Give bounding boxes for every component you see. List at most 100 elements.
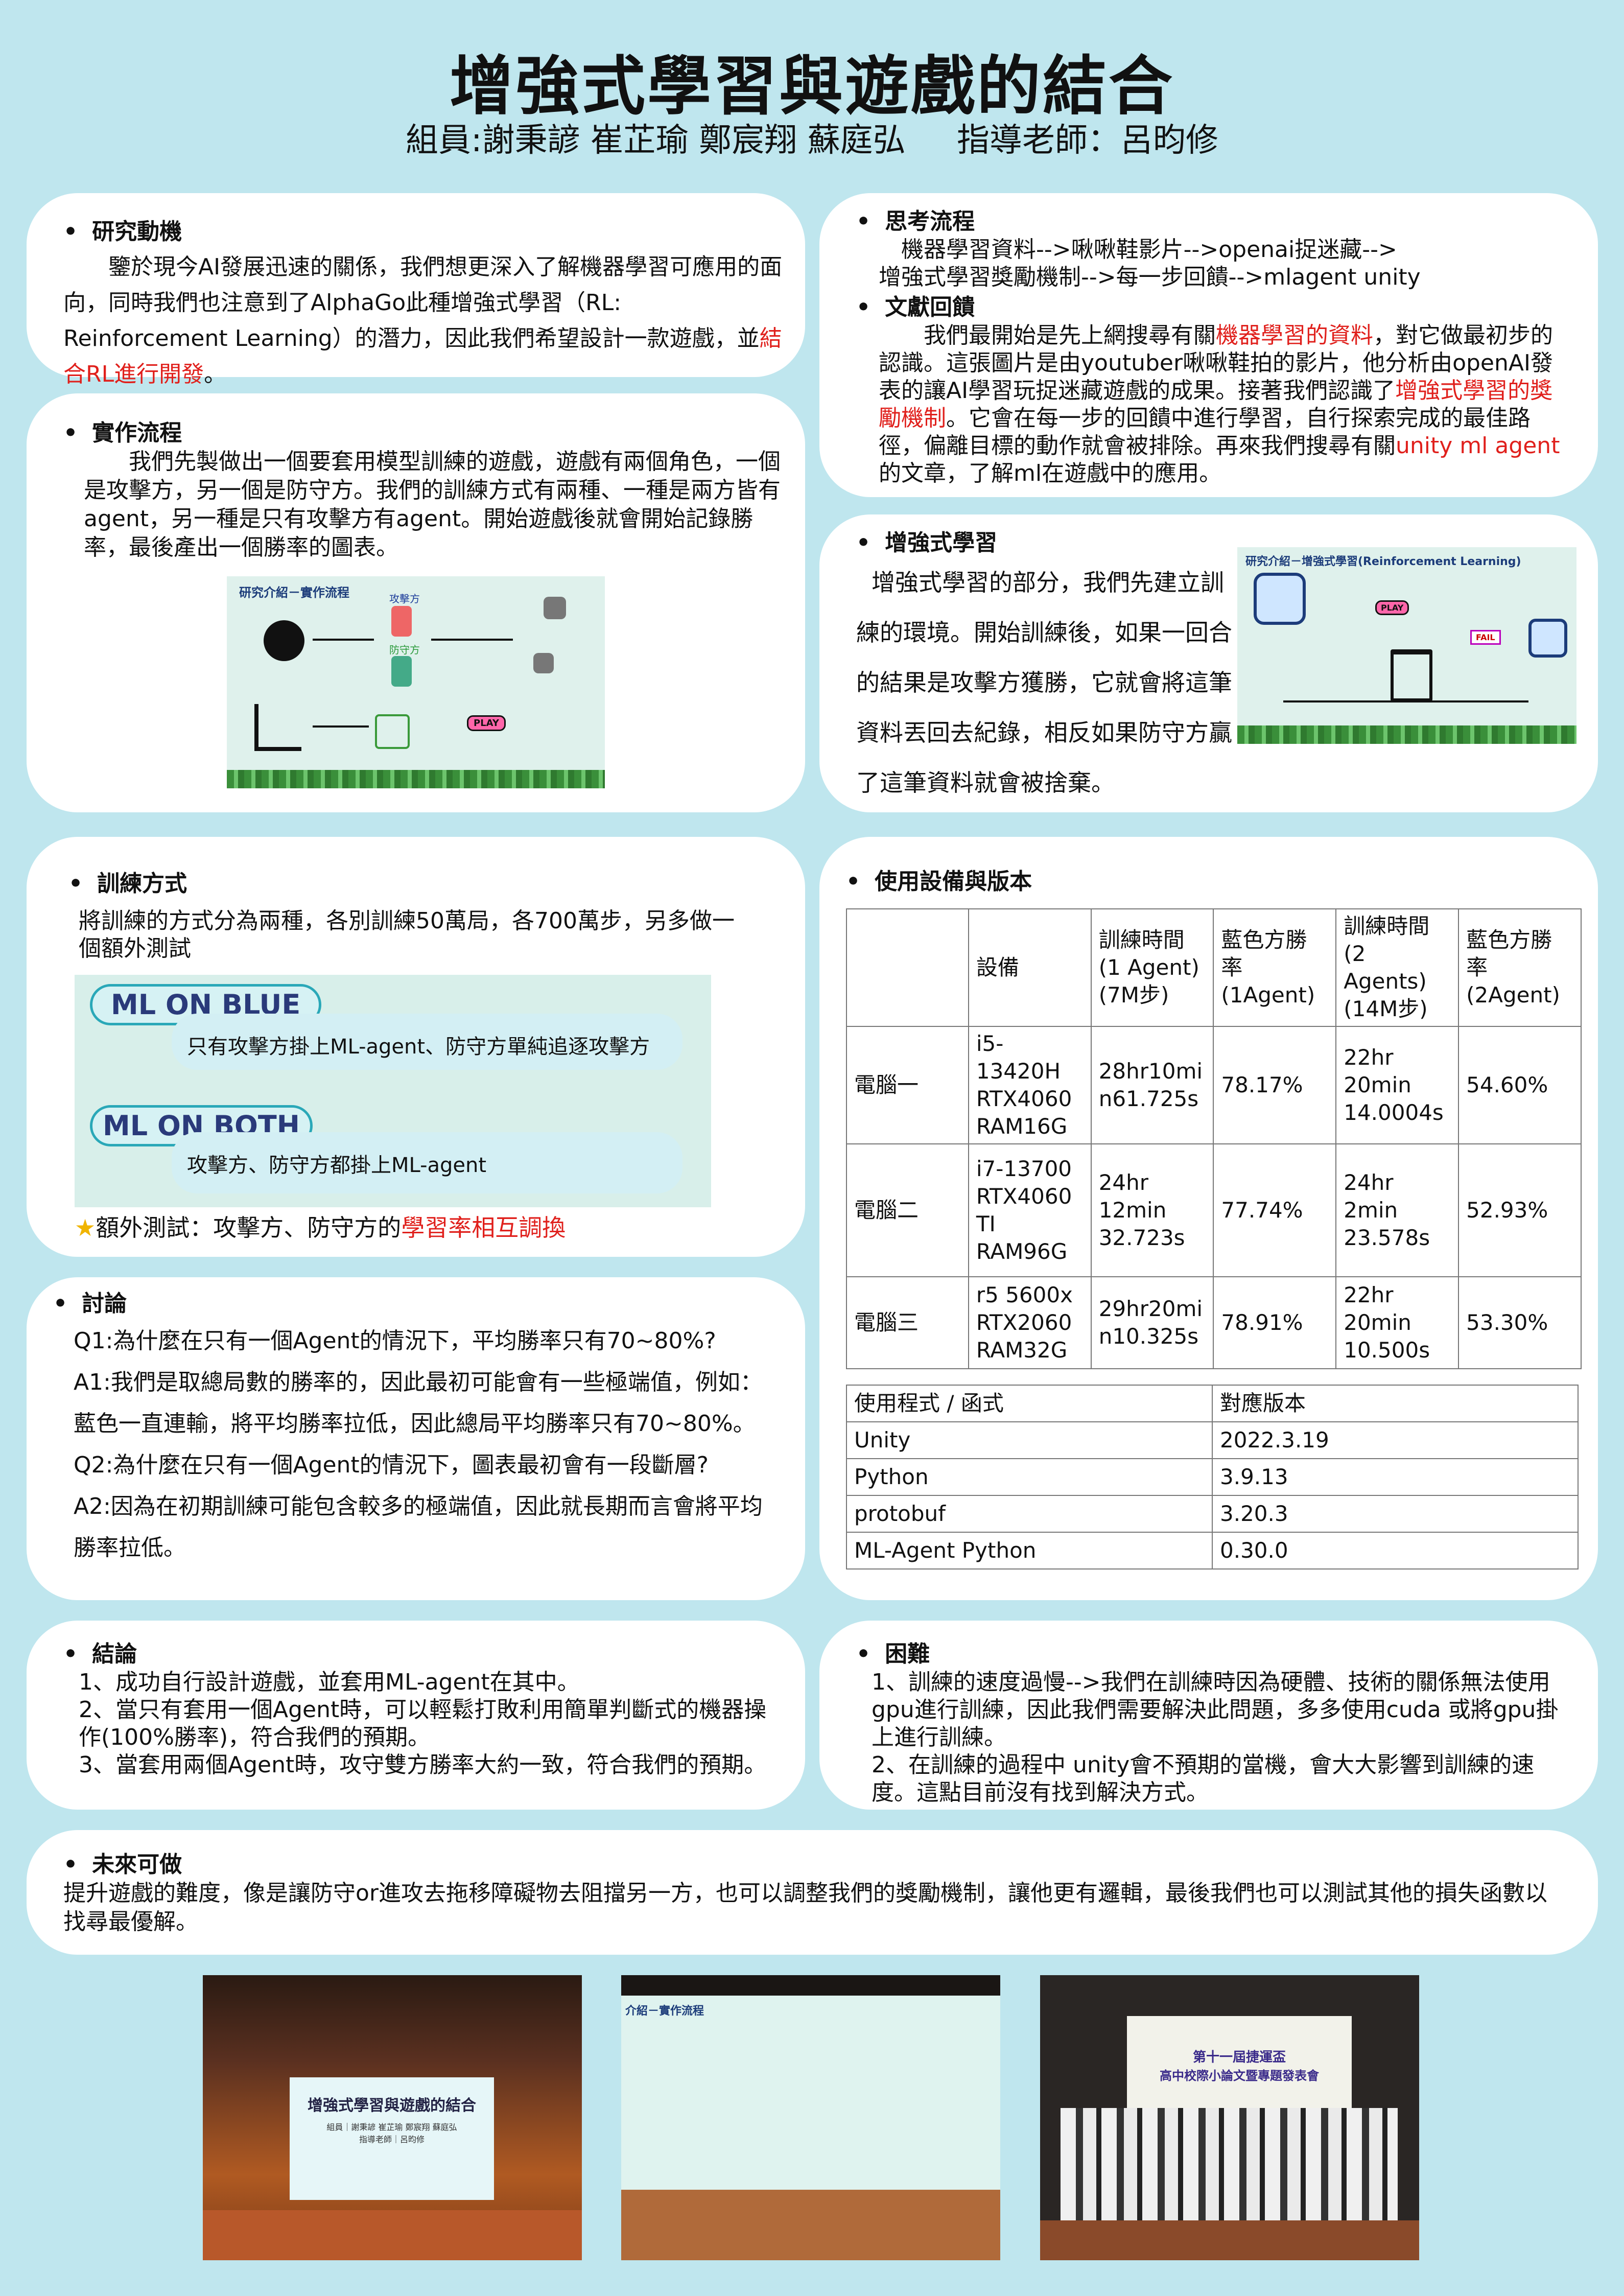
defender-label: 防守方 xyxy=(389,644,420,656)
discussion-body: Q1:為什麼在只有一個Agent的情況下，平均勝率只有70~80%? A1:我們… xyxy=(53,1320,764,1568)
screen-line-2: 高中校際小論文暨專題發表會 xyxy=(1160,2069,1319,2083)
table-cell: 22hr 20min 10.500s xyxy=(1335,1276,1460,1369)
ml-on-both-desc: 攻擊方、防守方都掛上ML-agent xyxy=(172,1132,682,1193)
conclusion-card: 結論 1、成功自行設計遊戲，並套用ML-agent在其中。 2、當只有套用一個A… xyxy=(27,1621,805,1810)
trash-icon xyxy=(1391,649,1432,701)
table-row: ML-Agent Python 0.30.0 xyxy=(846,1532,1579,1569)
chart-growth-icon xyxy=(254,704,301,751)
play-badge: PLAY xyxy=(1375,600,1409,615)
thinking-card: 思考流程 機器學習資料-->啾啾鞋影片-->openai捉迷藏--> 增強式學習… xyxy=(819,193,1598,497)
table-cell: 29hr20min10.325s xyxy=(1090,1276,1214,1369)
list-item: 3、當套用兩個Agent時，攻守雙方勝率大約一致，符合我們的預期。 xyxy=(79,1752,767,1778)
thinking-heading: 思考流程 xyxy=(856,207,1567,236)
future-card: 未來可做 提升遊戲的難度，像是讓防守or進攻去拖移障礙物去阻擋另一方，也可以調整… xyxy=(27,1830,1598,1955)
implementation-figure: 研究介紹－實作流程 攻擊方 防守方 PLAY xyxy=(227,576,605,788)
table-cell: 電腦二 xyxy=(846,1143,969,1277)
table-header-cell: 訓練時間 (2 Agents) (14M步) xyxy=(1335,908,1460,1027)
projection-screen: 第十一屆捷運盃 高中校際小論文暨專題發表會 xyxy=(1127,2016,1352,2113)
table-header-cell: 設備 xyxy=(968,908,1092,1027)
unity-logo-icon xyxy=(264,620,304,661)
table-header-row: 使用程式 / 函式 對應版本 xyxy=(846,1385,1579,1422)
defender-character-icon xyxy=(391,656,412,687)
table-cell: 28hr10min61.725s xyxy=(1090,1026,1214,1144)
screen-title: 增強式學習與遊戲的結合 xyxy=(308,2097,476,2115)
future-text: 提升遊戲的難度，像是讓防守or進攻去拖移障礙物去阻擋另一方，也可以調整我們的獎勵… xyxy=(63,1880,1548,1935)
motivation-text: 鑒於現今AI發展迅速的關係，我們想更深入了解機器學習可應用的面向，同時我們也注意… xyxy=(63,254,783,387)
robot-icon-2 xyxy=(1528,619,1567,658)
list-item: 1、訓練的速度過慢-->我們在訓練時因為硬體、技術的關係無法使用gpu進行訓練，… xyxy=(872,1669,1559,1750)
rl-text: 增強式學習的部分，我們先建立訓練的環境。開始訓練後，如果一回合的結果是攻擊方獲勝… xyxy=(856,569,1232,796)
table-cell: 22hr 20min 14.0004s xyxy=(1335,1026,1460,1144)
list-item: 1、成功自行設計遊戲，並套用ML-agent在其中。 xyxy=(79,1669,580,1695)
table-cell: 2022.3.19 xyxy=(1212,1421,1579,1459)
thinking-line1: 機器學習資料-->啾啾鞋影片-->openai捉迷藏--> xyxy=(901,237,1397,263)
discussion-card: 討論 Q1:為什麼在只有一個Agent的情況下，平均勝率只有70~80%? A1… xyxy=(27,1277,805,1600)
table-cell: 77.74% xyxy=(1213,1143,1337,1277)
table-cell: 電腦三 xyxy=(846,1276,969,1369)
table-cell: 24hr 12min 32.723s xyxy=(1090,1143,1214,1277)
stage-photo-2: 介紹－實作流程 xyxy=(621,1975,1000,2260)
table-cell: 3.20.3 xyxy=(1212,1495,1579,1533)
table-cell: 0.30.0 xyxy=(1212,1532,1579,1569)
table-row: 電腦二 i7-13700 RTX4060 TI RAM96G 24hr 12mi… xyxy=(846,1143,1582,1277)
figure-title: 研究介紹－增強式學習(Reinforcement Learning) xyxy=(1245,555,1521,568)
difficulty-heading: 困難 xyxy=(856,1640,1567,1669)
conclusion-list: 1、成功自行設計遊戲，並套用ML-agent在其中。 2、當只有套用一個Agen… xyxy=(63,1669,774,1779)
implementation-heading: 實作流程 xyxy=(63,419,785,448)
version-table: 使用程式 / 函式 對應版本 Unity 2022.3.19 Python 3.9.… xyxy=(846,1385,1579,1569)
projection-screen: 增強式學習與遊戲的結合 組員｜謝秉諺 崔芷瑜 鄭宸翔 蘇庭弘 指導老師｜呂昀修 xyxy=(290,2077,494,2200)
table-cell: 電腦一 xyxy=(846,1026,969,1144)
attacker-label: 攻擊方 xyxy=(389,593,420,605)
table-header-cell: 藍色方勝率 (2Agent) xyxy=(1458,908,1582,1027)
extra-test-line: ★額外測試：攻擊方、防守方的學習率相互調換 xyxy=(75,1214,566,1241)
table-cell: 24hr 2min 23.578s xyxy=(1335,1143,1460,1277)
difficulty-list: 1、訓練的速度過慢-->我們在訓練時因為硬體、技術的關係無法使用gpu進行訓練，… xyxy=(856,1669,1567,1807)
members-text: 組員:謝秉諺 崔芷瑜 鄭宸翔 蘇庭弘 xyxy=(406,122,906,159)
table-cell: Unity xyxy=(846,1421,1213,1459)
level-up-icon xyxy=(375,714,410,749)
answer-2: A2:因為在初期訓練可能包含較多的極端值，因此就長期而言會將平均勝率拉低。 xyxy=(74,1493,763,1561)
table-header-cell: 藍色方勝率 (1Agent) xyxy=(1213,908,1337,1027)
robot-icon xyxy=(544,597,566,619)
table-cell: 78.91% xyxy=(1213,1276,1337,1369)
training-card: 訓練方式 將訓練的方式分為兩種，各別訓練50萬局，各700萬步，另多做一個額外測… xyxy=(27,837,805,1257)
screen-title: 介紹－實作流程 xyxy=(625,2005,704,2018)
table-header-cell: 對應版本 xyxy=(1212,1385,1579,1422)
difficulty-card: 困難 1、訓練的速度過慢-->我們在訓練時因為硬體、技術的關係無法使用gpu進行… xyxy=(819,1621,1598,1810)
list-item: 2、在訓練的過程中 unity會不預期的當機，會大大影響到訓練的速度。這點目前沒… xyxy=(872,1752,1535,1806)
attacker-character-icon xyxy=(391,606,412,637)
future-heading: 未來可做 xyxy=(63,1850,1557,1879)
conclusion-heading: 結論 xyxy=(63,1640,774,1669)
table-row: protobuf 3.20.3 xyxy=(846,1495,1579,1533)
robot-icon-2 xyxy=(533,653,554,673)
question-2: Q2:為什麼在只有一個Agent的情況下，圖表最初會有一段斷層? xyxy=(74,1452,709,1478)
table-header-cell: 訓練時間 (1 Agent) (7M步) xyxy=(1090,908,1214,1027)
play-badge: PLAY xyxy=(467,715,506,731)
extra-test-highlight: 學習率相互調換 xyxy=(401,1214,566,1241)
list-item: 2、當只有套用一個Agent時，可以輕鬆打敗利用簡單判斷式的機器操作(100%勝… xyxy=(79,1697,767,1750)
literature-text: 我們最開始是先上網搜尋有關機器學習的資料，對它做最初步的認識。這張圖片是由you… xyxy=(879,322,1560,486)
equipment-card: 使用設備與版本 設備 訓練時間 (1 Agent) (7M步) 藍色方勝率 (1… xyxy=(819,837,1598,1600)
screen-line-1: 第十一屆捷運盃 xyxy=(1192,2050,1286,2065)
training-text: 將訓練的方式分為兩種，各別訓練50萬局，各700萬步，另多做一個額外測試 xyxy=(79,908,735,962)
thinking-line2: 增強式學習獎勵機制-->每一步回饋-->mlagent unity xyxy=(879,264,1421,290)
star-icon: ★ xyxy=(75,1214,96,1241)
literature-heading: 文獻回饋 xyxy=(856,293,1567,322)
table-cell: i7-13700 RTX4060 TI RAM96G xyxy=(968,1143,1092,1277)
table-cell: 3.9.13 xyxy=(1212,1458,1579,1496)
table-cell: 54.60% xyxy=(1458,1026,1582,1144)
equipment-table: 設備 訓練時間 (1 Agent) (7M步) 藍色方勝率 (1Agent) 訓… xyxy=(846,908,1582,1369)
table-cell: r5 5600x RTX2060 RAM32G xyxy=(968,1276,1092,1369)
table-cell: i5-13420H RTX4060 RAM16G xyxy=(968,1026,1092,1144)
stage-photo-1: 增強式學習與遊戲的結合 組員｜謝秉諺 崔芷瑜 鄭宸翔 蘇庭弘 指導老師｜呂昀修 xyxy=(203,1975,582,2260)
fail-badge: FAIL xyxy=(1470,630,1501,645)
table-row: 電腦一 i5-13420H RTX4060 RAM16G 28hr10min61… xyxy=(846,1026,1582,1144)
robot-icon xyxy=(1254,573,1306,625)
table-cell: 52.93% xyxy=(1458,1143,1582,1277)
table-cell: 53.30% xyxy=(1458,1276,1582,1369)
implementation-card: 實作流程 我們先製做出一個要套用模型訓練的遊戲，遊戲有兩個角色，一個是攻擊方，另… xyxy=(27,393,805,812)
equipment-heading: 使用設備與版本 xyxy=(846,868,1578,896)
figure-title: 研究介紹－實作流程 xyxy=(239,585,349,600)
motivation-heading: 研究動機 xyxy=(63,218,785,246)
table-header-row: 設備 訓練時間 (1 Agent) (7M步) 藍色方勝率 (1Agent) 訓… xyxy=(846,908,1582,1027)
